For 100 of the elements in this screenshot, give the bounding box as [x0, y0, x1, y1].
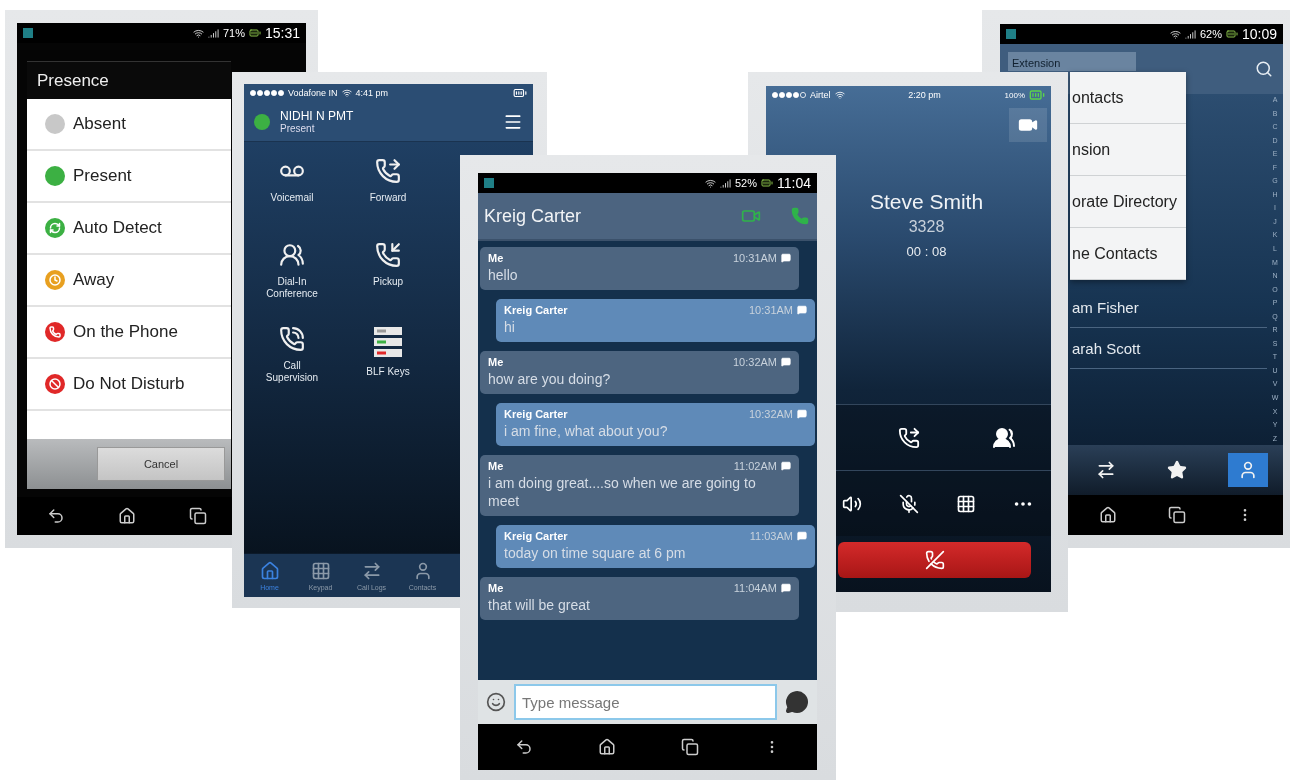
- message-time: 11:03AM: [749, 530, 793, 542]
- presence-option[interactable]: Do Not Disturb: [27, 359, 231, 411]
- clock: 4:41 pm: [355, 88, 389, 98]
- message-input[interactable]: Type message: [514, 684, 777, 720]
- delivered-icon: [797, 531, 807, 541]
- sender-name: Kreig Carter: [504, 530, 569, 542]
- wifi-icon: [1169, 28, 1181, 40]
- wifi-icon: [834, 90, 845, 100]
- option-label: Do Not Disturb: [73, 374, 185, 394]
- mute-icon[interactable]: [898, 493, 919, 514]
- carrier-name: Vodafone IN: [288, 88, 338, 98]
- speaker-icon[interactable]: [841, 493, 862, 514]
- cancel-button[interactable]: Cancel: [97, 447, 225, 481]
- tab[interactable]: [1227, 453, 1268, 487]
- presence-status: Present: [280, 123, 316, 134]
- home-icon[interactable]: [597, 738, 616, 756]
- home-icon: [259, 560, 280, 581]
- clock: 10:09: [1241, 26, 1277, 42]
- message-time: 11:04AM: [733, 582, 777, 594]
- battery-icon: [513, 86, 527, 100]
- conference-icon[interactable]: [991, 425, 1016, 450]
- battery-icon: [248, 27, 261, 39]
- feature-button[interactable]: Forward: [351, 152, 425, 236]
- contact-row[interactable]: arah Scott: [1070, 328, 1267, 369]
- search-icon[interactable]: [1255, 60, 1273, 78]
- signal-icon: [1184, 28, 1196, 40]
- battery-level: 52%: [734, 177, 757, 189]
- presence-option[interactable]: Absent: [27, 99, 231, 151]
- sender-name: Kreig Carter: [504, 408, 569, 420]
- wifi-icon: [192, 27, 204, 39]
- presence-option[interactable]: On the Phone: [27, 307, 231, 359]
- home-icon[interactable]: [118, 507, 137, 525]
- message-time: 10:31AM: [748, 304, 793, 316]
- star-icon: [1166, 460, 1187, 480]
- message-text: hello: [488, 266, 519, 284]
- recent-apps-icon[interactable]: [681, 738, 700, 756]
- contact-row[interactable]: am Fisher: [1070, 287, 1267, 328]
- presence-option[interactable]: Present: [27, 151, 231, 203]
- user-name: NIDHI N PMT: [280, 109, 355, 123]
- key-list-icon: [373, 326, 403, 358]
- recent-apps-icon[interactable]: [188, 507, 207, 525]
- recent-apps-icon[interactable]: [1168, 506, 1187, 524]
- transfer-icon[interactable]: [897, 426, 920, 449]
- sender-name: Me: [488, 252, 505, 264]
- option-label: Present: [73, 166, 132, 186]
- presence-option[interactable]: Away: [27, 255, 231, 307]
- message-time: 10:32AM: [732, 356, 777, 368]
- caller-number: 3328: [908, 218, 945, 236]
- phone-incoming-icon: [375, 242, 401, 268]
- feature-button[interactable]: BLF Keys: [351, 320, 425, 404]
- sender-name: Kreig Carter: [504, 304, 569, 316]
- signal-dots-icon: [250, 90, 284, 96]
- keypad-icon: [310, 560, 331, 581]
- caller-name: Steve Smith: [869, 190, 984, 214]
- delivered-icon: [781, 357, 791, 367]
- phone-call-icon: [279, 326, 305, 352]
- option-label: Away: [73, 270, 115, 290]
- emoji-icon[interactable]: [486, 692, 506, 712]
- sender-name: Me: [488, 356, 505, 368]
- battery-level: 62%: [1199, 28, 1222, 40]
- signal-icon: [719, 177, 731, 189]
- clock: 11:04: [777, 175, 811, 191]
- battery-icon: [1029, 87, 1045, 103]
- sender-name: Me: [488, 460, 505, 472]
- message-text: hi: [504, 318, 516, 336]
- send-icon[interactable]: [785, 690, 809, 714]
- feature-button[interactable]: Dial-In Conference: [255, 236, 329, 320]
- keypad-icon[interactable]: [955, 493, 976, 514]
- presence-option[interactable]: Auto Detect: [27, 203, 231, 255]
- battery-level: 71%: [222, 27, 245, 39]
- app-icon: [484, 178, 494, 188]
- message-text: today on time square at 6 pm: [504, 544, 687, 562]
- group-icon: [279, 242, 305, 268]
- battery-level: 100%: [1004, 90, 1025, 100]
- delivered-icon: [781, 253, 791, 263]
- delivered-icon: [781, 583, 791, 593]
- message-text: that will be great: [488, 596, 591, 614]
- message-text: how are you doing?: [488, 370, 612, 388]
- call-duration: 00 : 08: [906, 244, 947, 259]
- sender-name: Me: [488, 582, 505, 594]
- end-call-button[interactable]: [838, 542, 1031, 578]
- app-icon: [1006, 29, 1016, 39]
- back-icon[interactable]: [514, 738, 533, 756]
- message-text: i am doing great....so when we are going to meet: [488, 474, 757, 510]
- delivered-icon: [797, 409, 807, 419]
- feature-button[interactable]: Call Supervision: [255, 320, 329, 404]
- back-icon[interactable]: [47, 507, 66, 525]
- filter-dropdown[interactable]: Extension: [1008, 52, 1136, 71]
- feature-button[interactable]: Pickup: [351, 236, 425, 320]
- option-label: On the Phone: [73, 322, 178, 342]
- signal-icon: [207, 27, 219, 39]
- home-icon[interactable]: [1098, 506, 1117, 524]
- option-label: Auto Detect: [73, 218, 162, 238]
- video-button[interactable]: [1009, 108, 1047, 142]
- feature-button[interactable]: Voicemail: [255, 152, 329, 236]
- message-text: i am fine, what about you?: [504, 422, 669, 440]
- battery-icon: [761, 177, 773, 189]
- wifi-icon: [704, 177, 716, 189]
- signal-dots-icon: [772, 92, 806, 98]
- hang-up-icon: [924, 550, 945, 570]
